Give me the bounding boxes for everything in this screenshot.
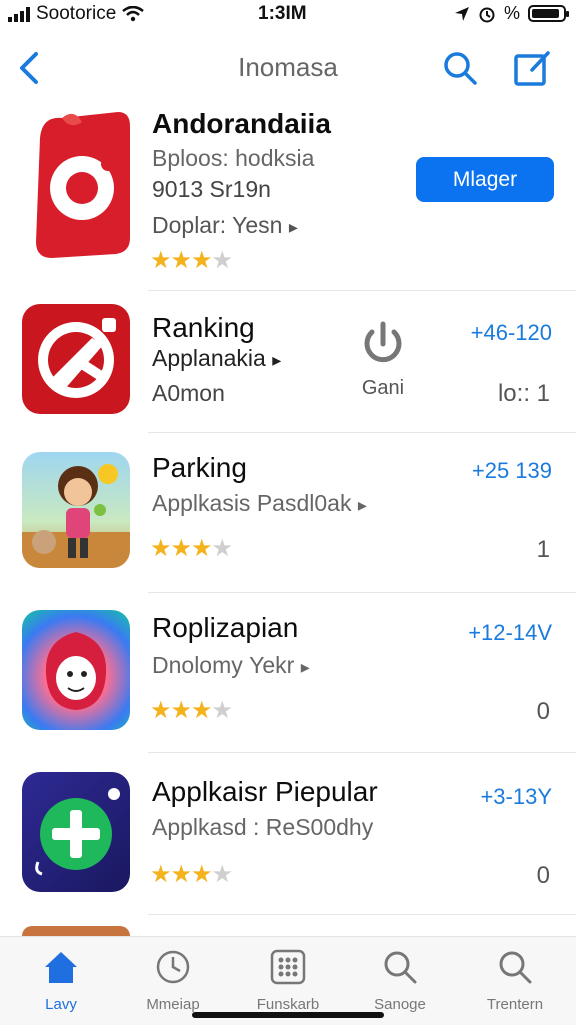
app-icon bbox=[22, 610, 130, 730]
app-subtitle-text: Applkasis Pasdl0ak bbox=[152, 490, 352, 516]
compose-button[interactable] bbox=[512, 48, 552, 93]
app-name: Ranking bbox=[152, 312, 255, 343]
tab-home[interactable]: Lavy bbox=[6, 947, 116, 1013]
power-label: Gani bbox=[361, 377, 405, 399]
app-name: Parking bbox=[152, 452, 247, 483]
carrier-name: Sootorice bbox=[36, 3, 117, 24]
app-developer[interactable]: Doplar: Yesn ▸ bbox=[152, 212, 298, 239]
app-name: Roplizapian bbox=[152, 612, 299, 643]
get-button[interactable]: Mlager bbox=[416, 157, 554, 202]
app-subtitle: Dnolomy Yekr ▸ bbox=[152, 652, 310, 679]
wifi-icon bbox=[122, 6, 145, 22]
location-icon bbox=[454, 6, 469, 21]
developer-label: Doplar: Yesn bbox=[152, 212, 283, 238]
tab-trending[interactable]: Trentern bbox=[460, 947, 570, 1013]
app-subtitle-text: Dnolomy Yekr bbox=[152, 652, 295, 678]
app-subtitle: Applkasis Pasdl0ak ▸ bbox=[152, 490, 367, 517]
grid-icon bbox=[270, 949, 306, 985]
app-name: Applkaisr Piepular bbox=[152, 776, 378, 807]
chevron-right-icon: ▸ bbox=[288, 217, 298, 237]
list-item[interactable]: Roplizapian Dnolomy Yekr ▸ ★★★★ +12-14V … bbox=[0, 594, 576, 753]
app-name: Andorandaiia bbox=[152, 108, 331, 139]
battery-icon bbox=[528, 5, 569, 22]
app-detail: A0mon bbox=[152, 380, 225, 406]
list-item[interactable]: Ranking Applanakia ▸ A0mon Gani +46-120 … bbox=[0, 292, 576, 433]
chevron-right-icon: ▸ bbox=[272, 350, 282, 370]
signal-icon bbox=[8, 6, 30, 22]
star-rating: ★★★★ bbox=[150, 535, 233, 562]
divider bbox=[148, 290, 576, 291]
home-indicator bbox=[192, 1012, 384, 1018]
tab-history[interactable]: Mmeiap bbox=[118, 947, 228, 1013]
compose-icon bbox=[514, 51, 550, 86]
app-subtitle: Applkasd : ReS00dhy bbox=[152, 814, 374, 840]
divider bbox=[148, 592, 576, 593]
power-button[interactable]: Gani bbox=[354, 318, 412, 400]
count: 0 bbox=[536, 862, 550, 889]
app-subtitle: Bploos: hodksia bbox=[152, 145, 315, 171]
tab-label: Trentern bbox=[486, 996, 544, 1013]
price[interactable]: +46-120 bbox=[471, 320, 552, 346]
search-icon bbox=[499, 951, 532, 984]
count: lo:: 1 bbox=[497, 380, 550, 407]
star-rating: ★★★★ bbox=[150, 247, 233, 274]
app-icon bbox=[22, 926, 130, 936]
divider bbox=[148, 914, 576, 915]
app-icon bbox=[22, 108, 132, 258]
clock: 1:3IM bbox=[258, 3, 307, 24]
price[interactable]: +25 139 bbox=[472, 458, 552, 484]
clock-icon bbox=[156, 950, 190, 984]
alarm-icon bbox=[479, 7, 495, 22]
search-icon bbox=[384, 951, 417, 984]
list-item[interactable]: Andorandaiia Bploos: hodksia 9013 Sr19n … bbox=[0, 100, 576, 291]
carrier: Sootorice bbox=[8, 3, 145, 25]
tab-label: Mmeiap bbox=[146, 996, 200, 1013]
home-icon bbox=[45, 952, 77, 983]
app-icon bbox=[22, 304, 130, 414]
divider bbox=[148, 432, 576, 433]
count: 1 bbox=[536, 536, 550, 563]
price[interactable]: +3-13Y bbox=[480, 784, 552, 810]
chevron-right-icon: ▸ bbox=[300, 657, 310, 677]
tab-label: Sanoge bbox=[374, 996, 426, 1013]
list-item[interactable]: Applkaisr Piepular Applkasd : ReS00dhy ★… bbox=[0, 756, 576, 916]
battery-percent: % bbox=[503, 3, 520, 23]
chevron-right-icon: ▸ bbox=[357, 495, 367, 515]
search-icon bbox=[444, 52, 477, 85]
search-button[interactable] bbox=[440, 48, 480, 93]
power-icon bbox=[364, 321, 402, 363]
app-icon bbox=[22, 452, 130, 568]
tab-label: Funskarb bbox=[256, 996, 320, 1013]
app-detail: 9013 Sr19n bbox=[152, 176, 271, 202]
star-rating: ★★★★ bbox=[150, 861, 233, 888]
count: 0 bbox=[536, 698, 550, 725]
tab-search[interactable]: Sanoge bbox=[345, 947, 455, 1013]
price[interactable]: +12-14V bbox=[468, 620, 552, 646]
star-rating: ★★★★ bbox=[150, 697, 233, 724]
app-subtitle: Applanakia ▸ bbox=[152, 345, 281, 372]
tab-apps[interactable]: Funskarb bbox=[233, 947, 343, 1013]
page-title: Inomasa bbox=[238, 52, 338, 82]
status-bar: Sootorice 1:3IM % bbox=[0, 0, 576, 30]
app-icon bbox=[22, 772, 130, 892]
navigation-bar: Inomasa bbox=[0, 40, 576, 96]
divider bbox=[148, 752, 576, 753]
app-subtitle-text: Applanakia bbox=[152, 345, 266, 371]
list-item[interactable]: Parking Applkasis Pasdl0ak ▸ ★★★★ +25 13… bbox=[0, 434, 576, 593]
tab-label: Lavy bbox=[45, 996, 77, 1013]
